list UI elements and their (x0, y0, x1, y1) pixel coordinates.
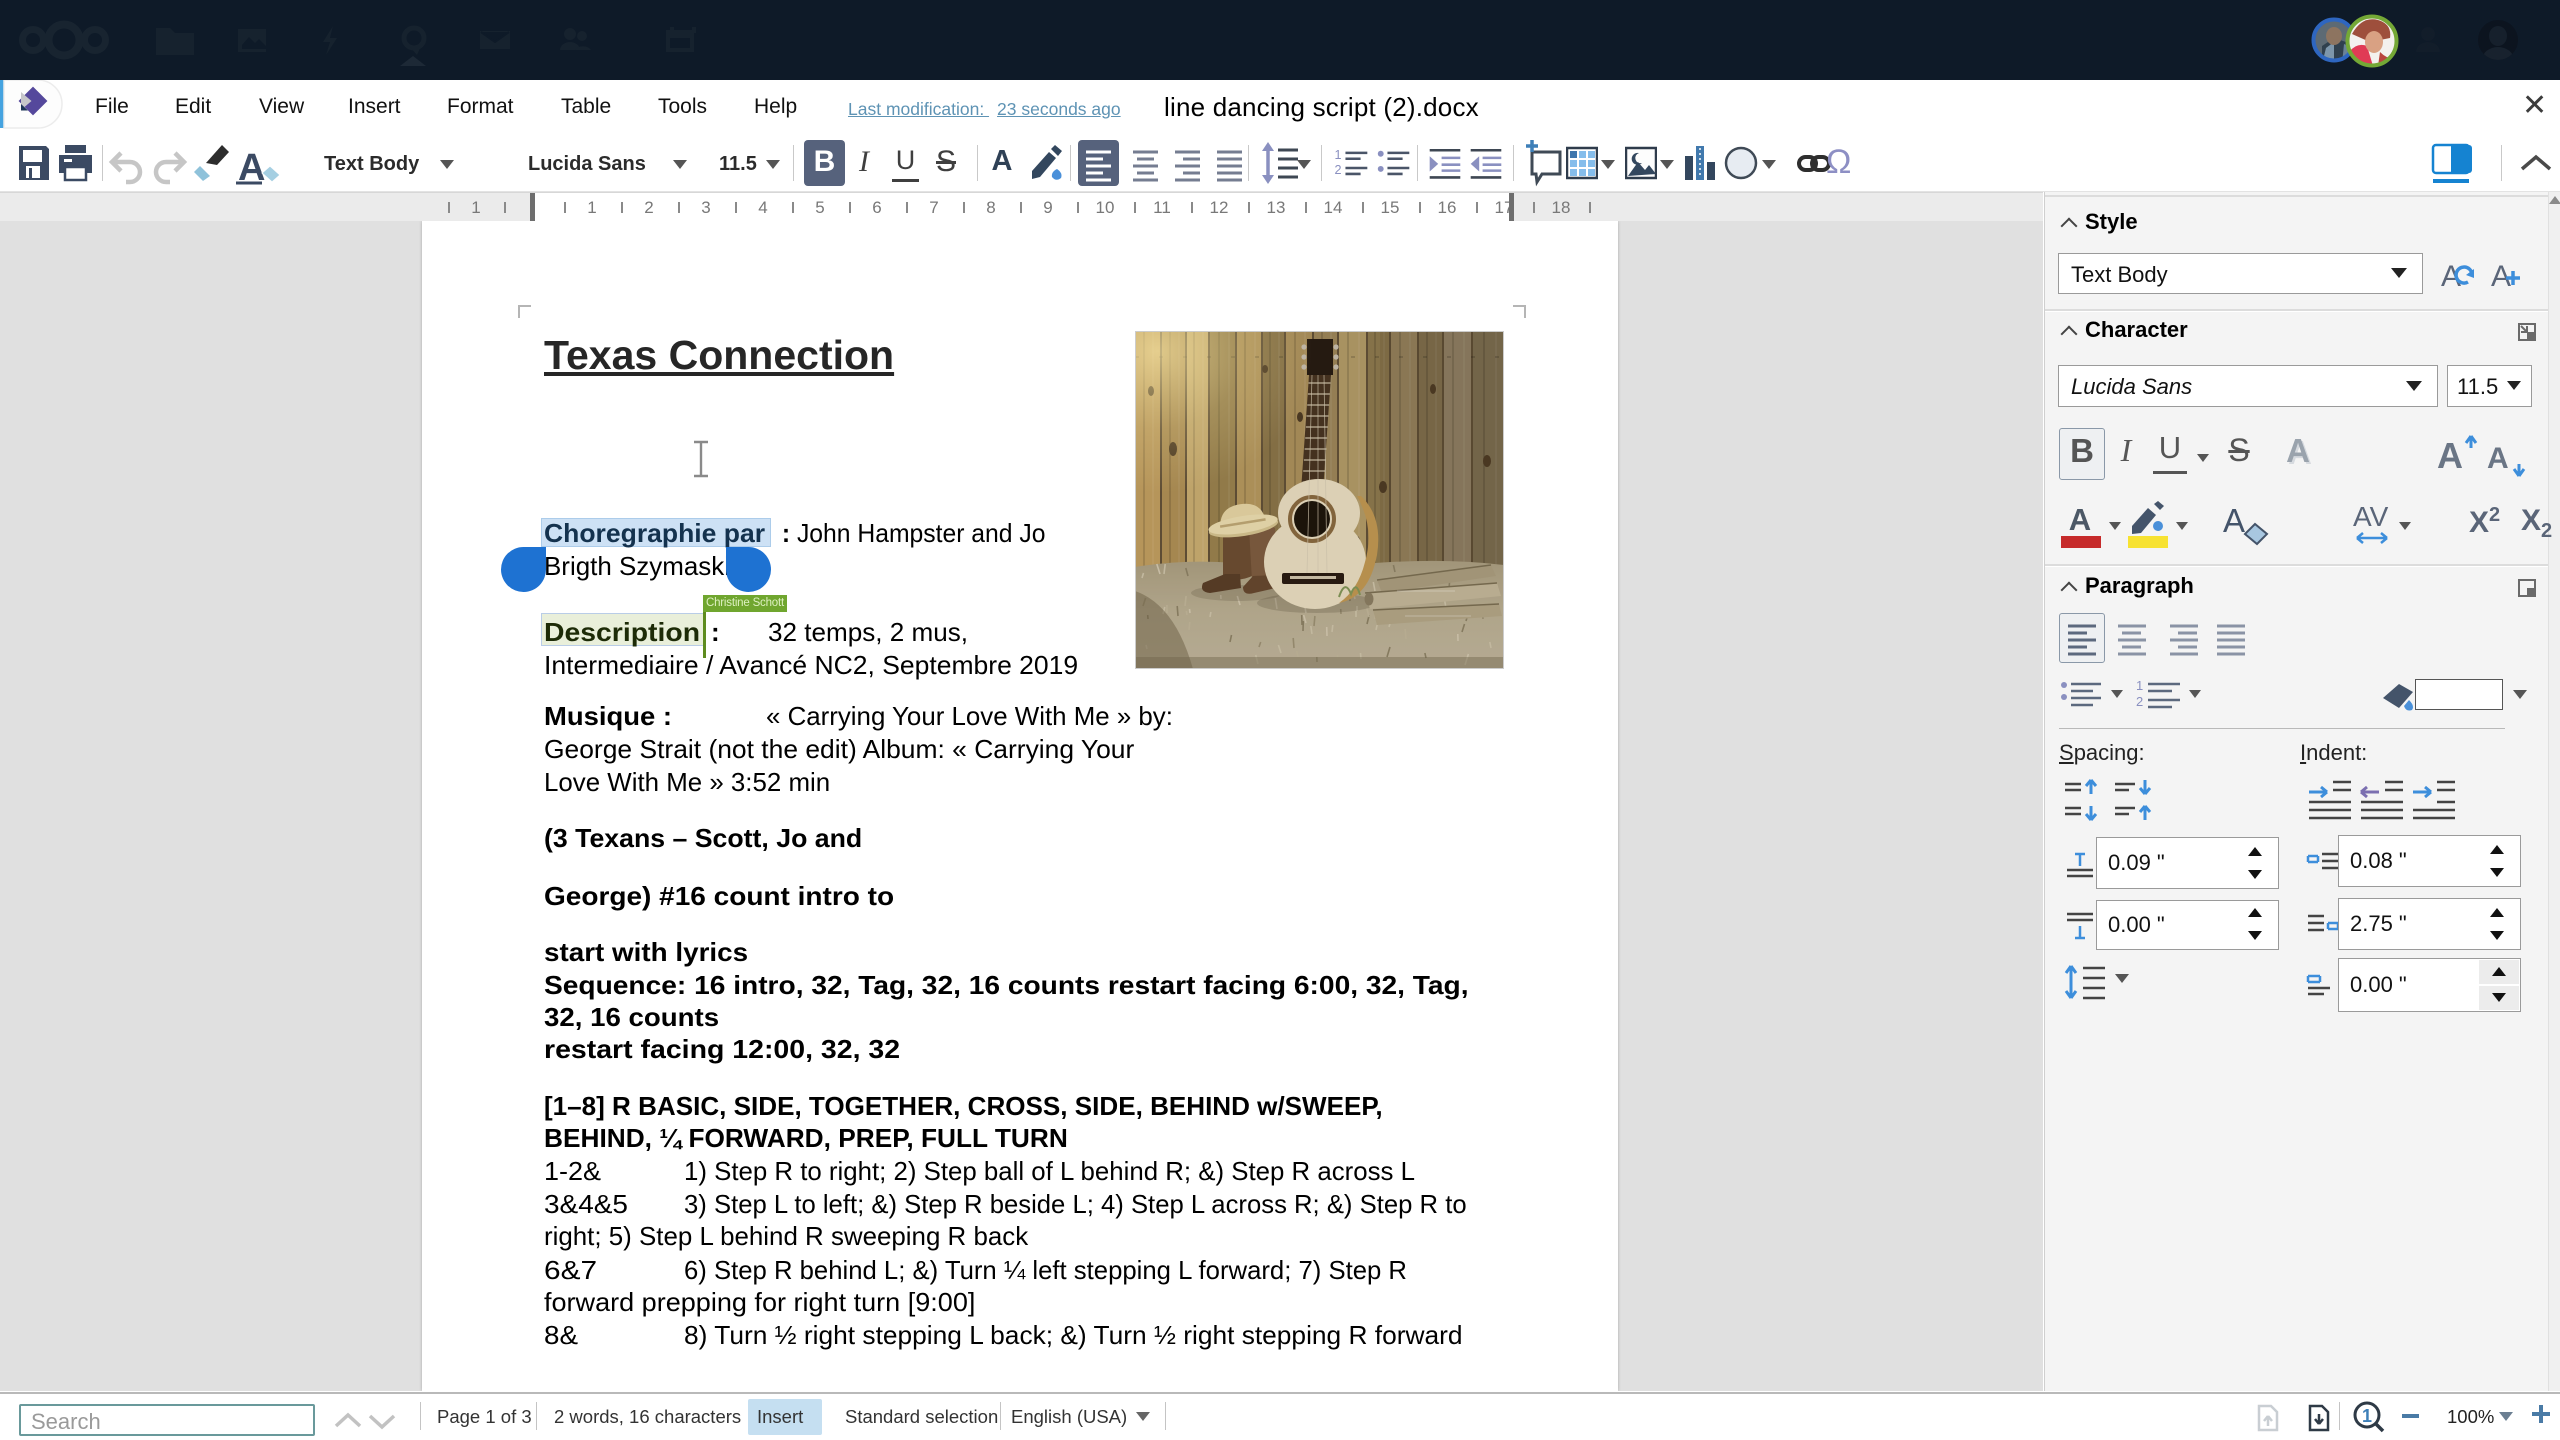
svg-text:A: A (2437, 435, 2463, 476)
svg-text:1: 1 (2136, 679, 2143, 693)
svg-text:1: 1 (1335, 148, 1342, 162)
svg-text:A: A (2487, 442, 2509, 475)
svg-text:1: 1 (2362, 1406, 2372, 1426)
svg-text:A: A (2441, 260, 2461, 293)
svg-text:2: 2 (2136, 694, 2143, 709)
svg-text:2: 2 (1335, 163, 1342, 177)
svg-text:AV: AV (2353, 501, 2389, 532)
